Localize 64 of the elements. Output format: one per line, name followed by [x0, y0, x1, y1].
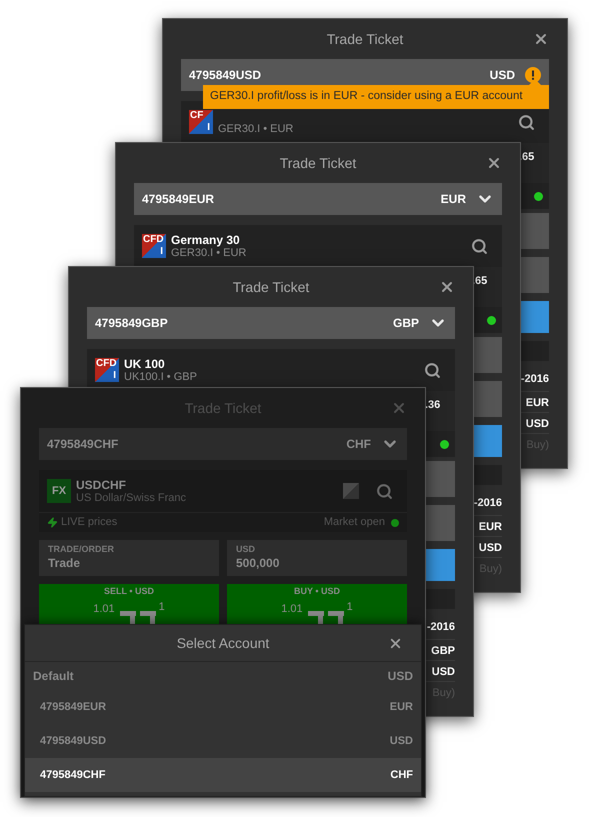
live-label: LIVE prices: [61, 515, 118, 530]
close-button[interactable]: [486, 155, 502, 171]
account-option[interactable]: 4795849EUR EUR: [25, 690, 421, 724]
account-selector[interactable]: 4795849GBP GBP: [87, 307, 455, 339]
account-option[interactable]: 4795849USD USD: [25, 724, 421, 758]
instrument-name: Germany 30: [171, 232, 241, 246]
close-button[interactable]: [388, 636, 403, 651]
window-title: Trade Ticket: [280, 154, 356, 172]
instrument-code: UK100.I • GBP: [124, 370, 198, 384]
warning-icon[interactable]: [525, 67, 541, 83]
instrument-code: GER30.I • EUR: [218, 122, 294, 136]
close-button[interactable]: [533, 31, 549, 47]
quote-fraction: 1: [158, 600, 165, 615]
submit-panel[interactable]: [425, 549, 455, 581]
instrument-code: GER30.I • EUR: [171, 246, 248, 260]
field-value: Trade: [48, 555, 82, 571]
account-selector[interactable]: 4795849EUR EUR: [134, 183, 502, 215]
trade-field[interactable]: TRADE/ORDER Trade: [39, 540, 219, 576]
account-currency: USD: [490, 67, 515, 84]
instrument-name: UK 100: [124, 356, 166, 370]
field-value: 500,000: [236, 555, 280, 571]
account-currency: CHF: [346, 436, 371, 453]
submit-panel[interactable]: [472, 425, 502, 457]
close-button[interactable]: [439, 279, 455, 295]
quote-label: BUY • USD: [294, 585, 340, 597]
quote-prefix: 1.01: [93, 602, 115, 617]
instrument-code: US Dollar/Swiss Franc: [76, 492, 188, 504]
account-selector[interactable]: 4795849CHF CHF: [39, 428, 407, 460]
search-icon[interactable]: [518, 114, 535, 130]
account-name: 4795849EUR: [142, 191, 216, 208]
close-icon: [439, 279, 455, 295]
close-icon: [486, 155, 502, 171]
account-name: 4795849GBP: [95, 315, 169, 332]
trade-field[interactable]: USD 500,000: [227, 540, 407, 576]
lightning-icon: [47, 517, 58, 528]
price-panel: .65: [519, 143, 549, 183]
quote-fraction: 1: [346, 600, 353, 615]
close-icon: [388, 636, 403, 651]
field-label: TRADE/ORDER: [48, 543, 116, 555]
field-label: USD: [236, 543, 256, 555]
warning-tooltip: GER30.I profit/loss is in EUR - consider using a EUR account: [203, 85, 549, 109]
account-name: 4795849CHF: [47, 436, 120, 453]
search-icon[interactable]: [471, 238, 488, 254]
cfd-badge: CF I: [189, 110, 213, 134]
account-name: 4795849USD: [189, 67, 262, 84]
account-option[interactable]: 4795849CHF CHF: [25, 758, 421, 792]
group-currency: USD: [388, 668, 413, 685]
price-panel: .36: [425, 391, 455, 431]
group-label: Default: [33, 668, 75, 685]
close-icon: [391, 400, 407, 416]
account-currency: GBP: [392, 315, 419, 332]
fx-badge: FX: [47, 479, 71, 503]
account-currency: EUR: [440, 191, 466, 208]
window-title: Trade Ticket: [326, 30, 404, 48]
close-icon: [533, 31, 549, 47]
price-panel: .65: [472, 267, 502, 307]
quote-prefix: 1.01: [281, 602, 303, 617]
search-icon[interactable]: [424, 362, 441, 378]
submit-panel[interactable]: [519, 301, 549, 333]
search-icon[interactable]: [376, 482, 393, 500]
quote-label: SELL • USD: [104, 585, 154, 597]
window-title: Trade Ticket: [232, 278, 310, 296]
market-status: Market open: [324, 515, 385, 530]
instrument-name: USDCHF: [76, 478, 127, 492]
